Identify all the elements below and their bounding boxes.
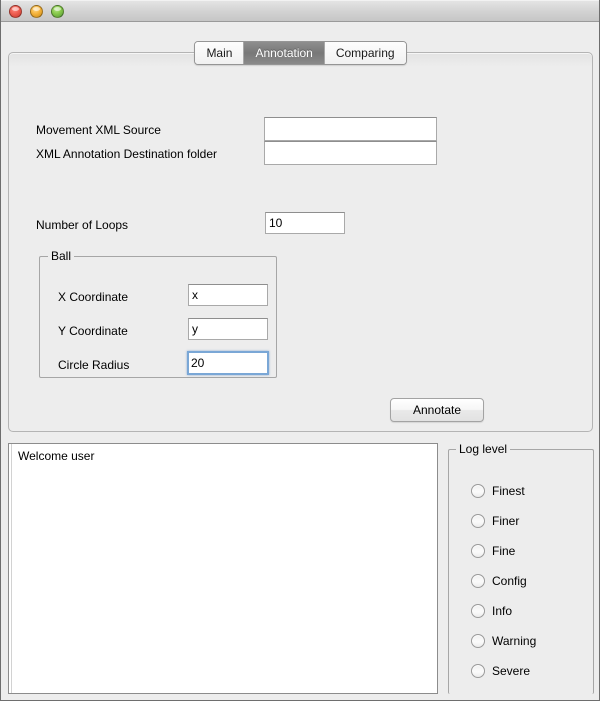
tab-strip: Main Annotation Comparing xyxy=(8,41,593,65)
annotate-button[interactable]: Annotate xyxy=(390,398,484,422)
y-coordinate-input[interactable] xyxy=(188,318,268,340)
xml-annotation-destination-folder-input[interactable] xyxy=(264,141,437,165)
window-titlebar xyxy=(1,0,599,22)
window-content: Movement XML Source XML Annotation Desti… xyxy=(1,22,599,700)
ball-group-title: Ball xyxy=(48,249,75,263)
label-y-coordinate: Y Coordinate xyxy=(58,324,128,338)
tab-list: Main Annotation Comparing xyxy=(194,41,407,65)
radio-button-icon[interactable] xyxy=(471,544,485,558)
x-coordinate-input[interactable] xyxy=(188,284,268,306)
split-pane-divider[interactable] xyxy=(439,443,447,694)
label-x-coordinate: X Coordinate xyxy=(58,290,129,304)
radio-finer[interactable]: Finer xyxy=(471,513,536,529)
radio-button-icon[interactable] xyxy=(471,604,485,618)
tab-panel-annotation: Movement XML Source XML Annotation Desti… xyxy=(8,52,593,432)
radio-severe[interactable]: Severe xyxy=(471,663,536,679)
radio-label: Severe xyxy=(492,664,531,678)
bottom-split-pane: Welcome user Log level Finest Finer Fine… xyxy=(8,442,594,694)
tabbed-pane: Movement XML Source XML Annotation Desti… xyxy=(8,41,593,432)
radio-button-icon[interactable] xyxy=(471,514,485,528)
log-text-content[interactable]: Welcome user xyxy=(11,444,437,693)
radio-finest[interactable]: Finest xyxy=(471,483,536,499)
window-controls xyxy=(9,5,64,18)
radio-button-icon[interactable] xyxy=(471,664,485,678)
zoom-window-icon[interactable] xyxy=(51,5,64,18)
ball-group-box: Ball X Coordinate Y Coordinate Circle Ra… xyxy=(39,249,277,378)
radio-button-icon[interactable] xyxy=(471,484,485,498)
tab-main[interactable]: Main xyxy=(195,42,245,64)
label-xml-annotation-destination-folder: XML Annotation Destination folder xyxy=(36,147,218,161)
log-level-radio-group: Finest Finer Fine Config Info Warning Se… xyxy=(471,483,536,679)
radio-label: Fine xyxy=(492,544,516,558)
radio-info[interactable]: Info xyxy=(471,603,536,619)
radio-label: Finest xyxy=(492,484,525,498)
radio-config[interactable]: Config xyxy=(471,573,536,589)
number-of-loops-input[interactable] xyxy=(265,212,345,234)
close-window-icon[interactable] xyxy=(9,5,22,18)
movement-xml-source-input[interactable] xyxy=(264,117,437,141)
radio-label: Info xyxy=(492,604,513,618)
radio-warning[interactable]: Warning xyxy=(471,633,536,649)
log-text-area[interactable]: Welcome user xyxy=(8,443,438,694)
radio-label: Warning xyxy=(492,634,537,648)
application-window: Movement XML Source XML Annotation Desti… xyxy=(0,0,600,701)
radio-label: Finer xyxy=(492,514,520,528)
minimize-window-icon[interactable] xyxy=(30,5,43,18)
radio-label: Config xyxy=(492,574,527,588)
tab-annotation[interactable]: Annotation xyxy=(244,42,325,64)
radio-fine[interactable]: Fine xyxy=(471,543,536,559)
label-circle-radius: Circle Radius xyxy=(58,358,130,372)
radio-button-icon[interactable] xyxy=(471,634,485,648)
tab-comparing[interactable]: Comparing xyxy=(324,42,406,64)
log-level-group-title: Log level xyxy=(456,442,511,456)
log-level-group-box: Log level Finest Finer Fine Config Info … xyxy=(448,442,594,694)
label-number-of-loops: Number of Loops xyxy=(36,218,129,232)
radio-button-icon[interactable] xyxy=(471,574,485,588)
label-movement-xml-source: Movement XML Source xyxy=(36,123,161,137)
circle-radius-input[interactable] xyxy=(187,351,269,375)
